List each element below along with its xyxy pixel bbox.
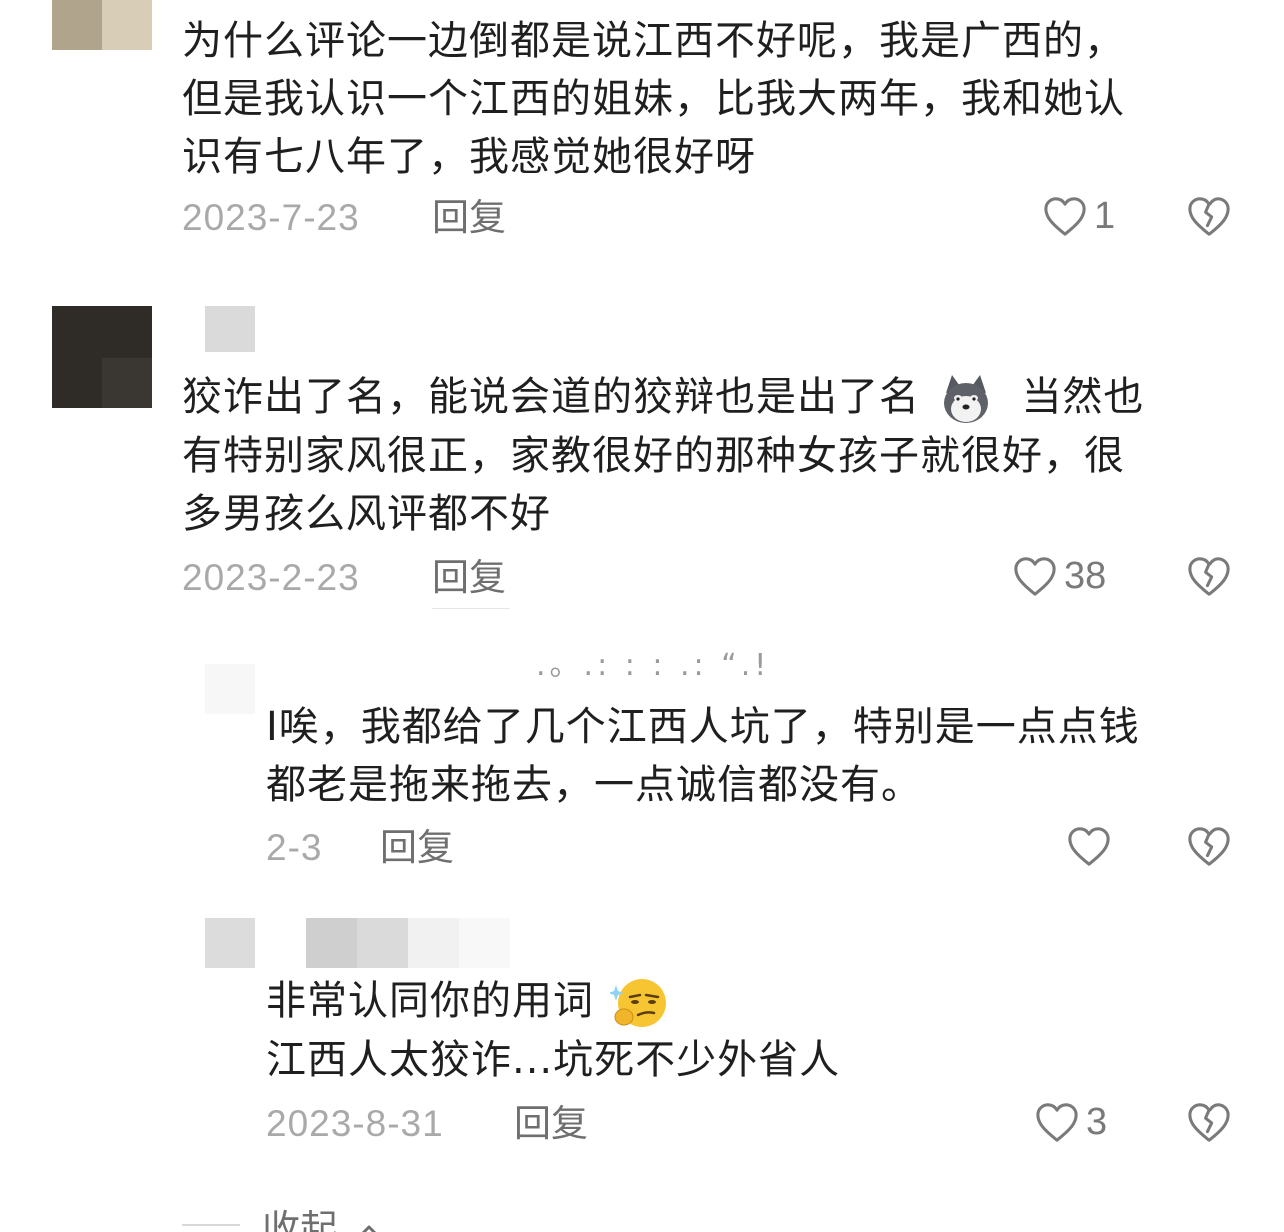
comment-line: 但是我认识一个江西的姐妹，比我大两年，我和她认 xyxy=(182,76,1125,122)
like-count: 38 xyxy=(1064,554,1107,597)
broken-heart-icon xyxy=(1188,557,1230,596)
like-button[interactable]: 3 xyxy=(1034,1100,1107,1144)
comment-line: 江西人太狡诈...坑死不少外省人 xyxy=(266,1037,841,1083)
comment-line: 狡诈出了名，能说会道的狡辩也是出了名 当然也 xyxy=(182,368,1144,427)
comment-line: 识有七八年了，我感觉她很好呀 xyxy=(182,134,756,180)
reply-body: I唉，我都给了几个江西人坑了，特别是一点点钱 都老是拖来拖去，一点诚信都没有。 xyxy=(266,698,1140,814)
like-button[interactable] xyxy=(1066,824,1112,868)
comment-line: 多男孩么风评都不好 xyxy=(182,491,551,537)
comment-text-segment: 非常认同你的用词 xyxy=(266,978,594,1024)
broken-heart-icon xyxy=(1188,197,1230,236)
reply-button[interactable]: 回复 xyxy=(380,826,454,870)
username[interactable] xyxy=(205,306,255,352)
reply-button[interactable]: 回复 xyxy=(432,196,506,240)
dislike-button[interactable] xyxy=(1186,824,1232,872)
heart-outline-icon xyxy=(1036,1103,1078,1142)
username[interactable]: .。.: : : .: “.! xyxy=(536,640,770,684)
reply-date: 2023-8-31 xyxy=(266,1103,444,1144)
comment-date: 2023-7-23 xyxy=(182,197,360,238)
dislike-button[interactable] xyxy=(1186,194,1232,242)
comment-line: 非常认同你的用词 xyxy=(266,972,840,1031)
avatar-shade xyxy=(102,358,152,408)
heart-outline-icon xyxy=(1044,197,1086,236)
like-count: 1 xyxy=(1094,194,1116,237)
divider xyxy=(432,608,510,609)
husky-dog-emoji xyxy=(943,375,988,423)
like-count: 3 xyxy=(1086,1100,1108,1143)
broken-heart-icon xyxy=(1188,827,1230,866)
heart-outline-icon xyxy=(1068,827,1110,866)
broken-heart-icon xyxy=(1188,1103,1230,1142)
comment-text-segment: 狡诈出了名，能说会道的狡辩也是出了名 xyxy=(182,374,920,420)
comment-body: 为什么评论一边倒都是说江西不好呢，我是广西的， 但是我认识一个江西的姐妹，比我大… xyxy=(182,12,1125,186)
comment-line: 有特别家风很正，家教很好的那种女孩子就很好，很 xyxy=(182,433,1125,479)
dislike-button[interactable] xyxy=(1186,554,1232,602)
smirk-thinking-emoji xyxy=(609,979,666,1027)
reply-button[interactable]: 回复 xyxy=(432,556,506,600)
avatar[interactable] xyxy=(205,664,255,714)
reply-body: 非常认同你的用词 江西人太狡诈...坑死不少外省人 xyxy=(266,972,840,1089)
reply-button[interactable]: 回复 xyxy=(514,1102,588,1146)
avatar[interactable] xyxy=(205,918,255,968)
dislike-button[interactable] xyxy=(1186,1100,1232,1148)
collapse-label: 收起 xyxy=(262,1207,339,1232)
username[interactable] xyxy=(306,918,510,968)
comment-line: 为什么评论一边倒都是说江西不好呢，我是广西的， xyxy=(182,18,1125,64)
comment-line: I唉，我都给了几个江西人坑了，特别是一点点钱 xyxy=(266,704,1140,750)
like-button[interactable]: 38 xyxy=(1012,554,1106,598)
like-button[interactable]: 1 xyxy=(1042,194,1115,238)
collapse-button[interactable]: 收起 xyxy=(262,1198,384,1232)
comment-body: 狡诈出了名，能说会道的狡辩也是出了名 当然也 有特别家风很正，家教很好的那种女孩… xyxy=(182,368,1144,543)
chevron-up-icon xyxy=(361,1225,377,1232)
heart-outline-icon xyxy=(1014,557,1056,596)
avatar[interactable] xyxy=(52,0,152,50)
comment-thread: 为什么评论一边倒都是说江西不好呢，我是广西的， 但是我认识一个江西的姐妹，比我大… xyxy=(0,0,1284,1232)
comment-line: 都老是拖来拖去，一点诚信都没有。 xyxy=(266,762,922,808)
reply-date: 2-3 xyxy=(266,827,323,868)
comment-text-segment: 当然也 xyxy=(1021,374,1145,420)
collapse-divider xyxy=(182,1224,240,1226)
comment-date: 2023-2-23 xyxy=(182,557,360,598)
